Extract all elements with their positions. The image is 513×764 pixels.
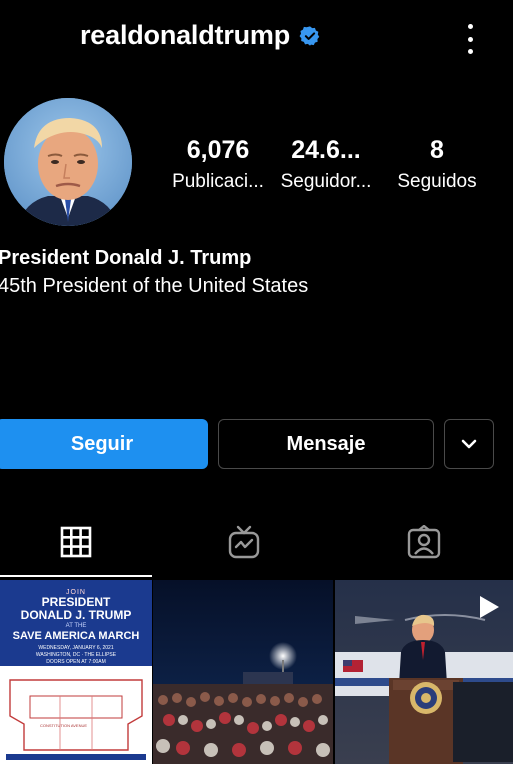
poster-map [0,666,152,764]
poster-date: WEDNESDAY, JANUARY 6, 2021 [38,645,114,651]
rally-photo [153,580,333,764]
username-row: realdonaldtrump [80,20,321,51]
poster-at: AT THE [65,623,87,629]
avatar-photo [4,98,132,226]
profile-tabs [0,510,513,577]
posts-count: 6,076 [186,136,250,164]
posts-grid: JOIN PRESIDENT DONALD J. TRUMP AT THE SA… [0,578,513,764]
poster-join: JOIN [66,589,86,596]
profile-avatar[interactable] [4,98,132,226]
poster-line2: DONALD J. TRUMP [20,608,132,622]
post-thumbnail-2[interactable] [153,580,333,764]
bio-display-name: President Donald J. Trump [0,247,252,269]
following-count: 8 [430,136,444,164]
profile-header: realdonaldtrump [0,0,513,78]
message-button[interactable]: Mensaje [218,419,434,469]
poster-map-label: CONSTITUTION AVENUE [40,723,88,728]
following-label: Seguidos [397,171,477,192]
post-thumbnail-1[interactable]: JOIN PRESIDENT DONALD J. TRUMP AT THE SA… [0,580,152,764]
profile-stats: 6,076 Publicaci... 24.6... Seguidor... 8… [160,134,490,204]
followers-label: Seguidor... [280,171,372,192]
active-tab-indicator [0,575,152,577]
stat-posts[interactable]: 6,076 Publicaci... [164,134,272,196]
tab-posts-grid[interactable] [0,510,152,574]
igtv-icon [228,525,260,559]
more-options-button[interactable] [463,24,477,54]
chevron-down-icon [461,439,477,449]
more-vertical-icon [467,24,473,29]
verified-badge-icon [299,25,320,46]
bio-description: 45th President of the United States [0,275,309,297]
tab-igtv[interactable] [168,510,320,574]
profile-screen: realdonaldtrump 6,076 Publicaci... 24.6.… [0,0,513,764]
profile-username: realdonaldtrump [80,20,291,50]
poster-place: WASHINGTON, DC · THE ELLIPSE [35,652,117,658]
post-thumbnail-3[interactable] [335,580,513,764]
stat-followers[interactable]: 24.6... Seguidor... [276,134,376,196]
event-poster: JOIN PRESIDENT DONALD J. TRUMP AT THE SA… [0,580,152,666]
play-icon [480,596,499,618]
follow-button[interactable]: Seguir [0,419,208,469]
profile-bio: President Donald J. Trump 45th President… [0,244,308,300]
stat-following[interactable]: 8 Seguidos [390,134,484,196]
posts-label: Publicaci... [172,171,264,192]
followers-count: 24.6... [291,136,361,164]
suggested-accounts-button[interactable] [444,419,494,469]
poster-doors: DOORS OPEN AT 7:00AM [46,659,106,665]
poster-event: SAVE AMERICA MARCH [12,630,140,642]
tab-tagged[interactable] [348,510,500,574]
grid-icon [60,526,92,558]
tagged-icon [407,525,441,559]
